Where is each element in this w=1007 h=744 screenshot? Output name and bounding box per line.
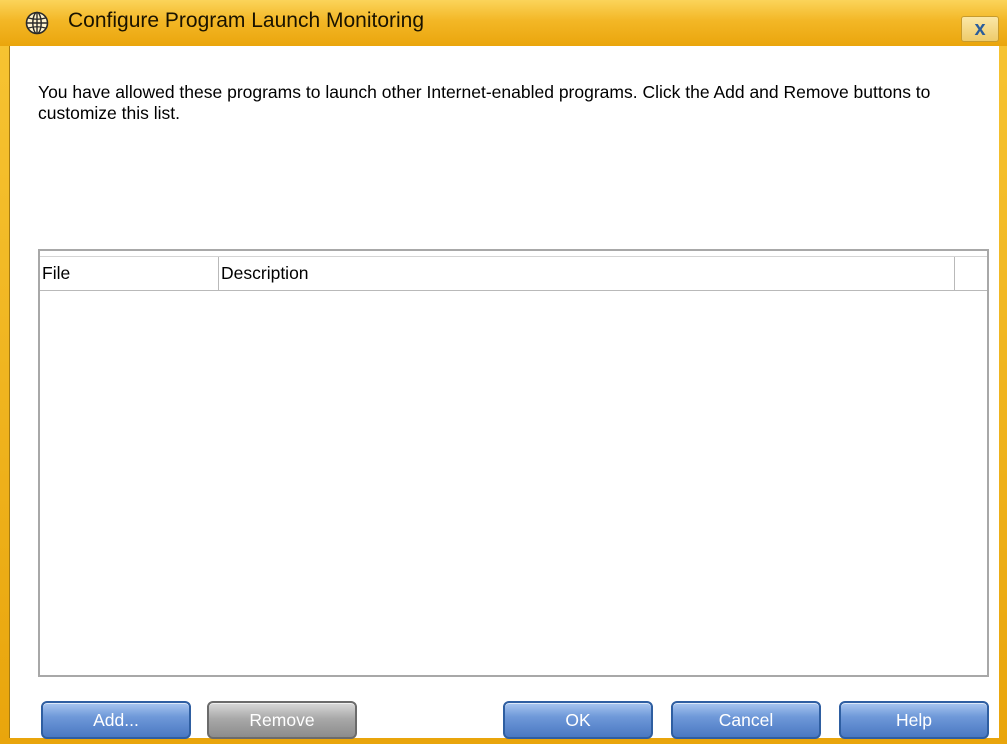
remove-button[interactable]: Remove <box>207 701 357 739</box>
cancel-button[interactable]: Cancel <box>671 701 821 739</box>
globe-icon <box>25 11 49 35</box>
help-button[interactable]: Help <box>839 701 989 739</box>
column-header-file[interactable]: File <box>40 257 219 290</box>
instruction-text: You have allowed these programs to launc… <box>38 82 931 123</box>
column-header-description[interactable]: Description <box>219 257 955 290</box>
column-header-blank[interactable] <box>955 257 987 290</box>
dialog-window: Configure Program Launch Monitoring x Yo… <box>0 0 1007 744</box>
close-icon: x <box>974 18 986 40</box>
title-bar[interactable]: Configure Program Launch Monitoring x <box>0 0 1007 46</box>
close-button[interactable]: x <box>961 16 999 42</box>
window-title: Configure Program Launch Monitoring <box>68 9 425 32</box>
program-list[interactable]: File Description <box>38 249 989 677</box>
dialog-body: You have allowed these programs to launc… <box>9 46 999 739</box>
ok-button[interactable]: OK <box>503 701 653 739</box>
add-button[interactable]: Add... <box>41 701 191 739</box>
list-header: File Description <box>40 256 987 291</box>
